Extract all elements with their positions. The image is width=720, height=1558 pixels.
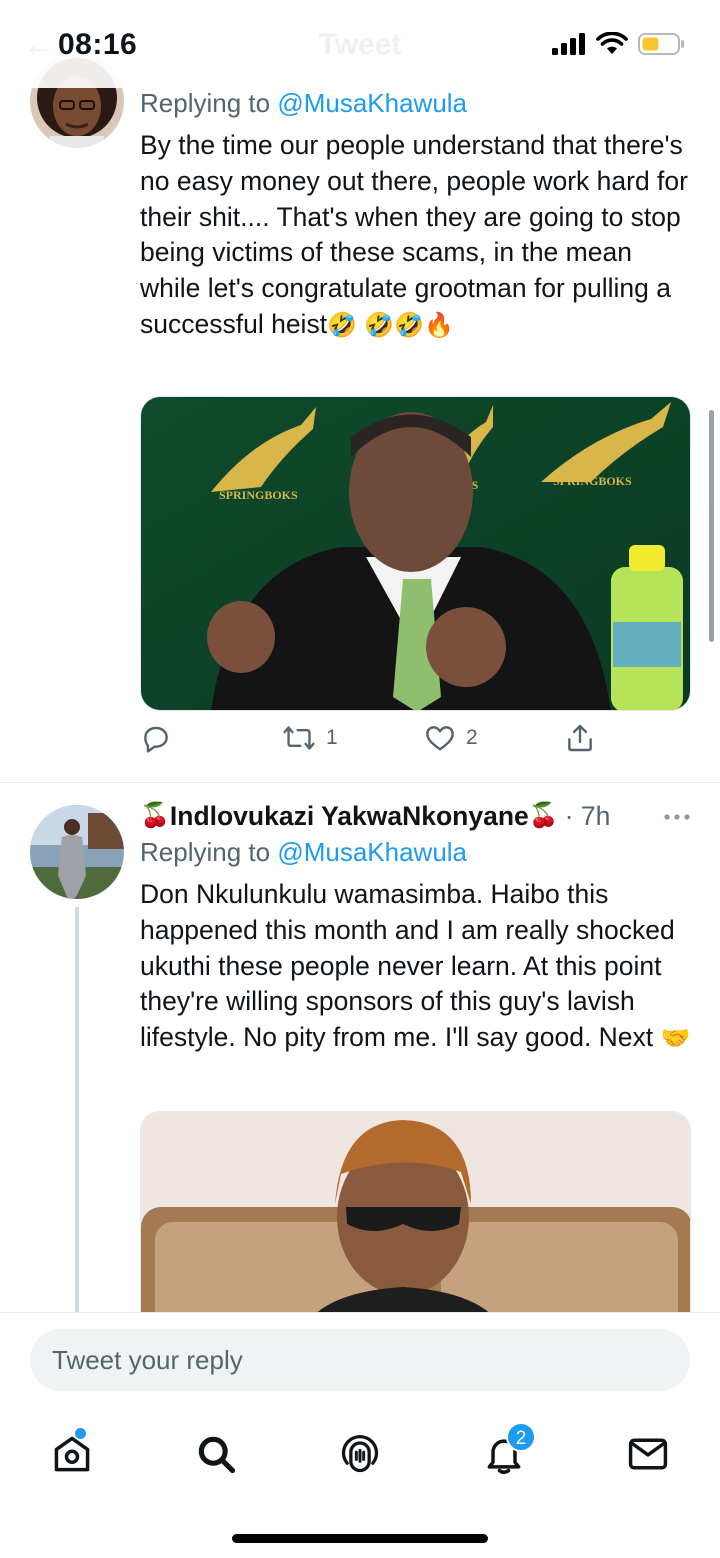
replying-to: Replying to @MusaKhawula [140, 835, 692, 869]
more-options-icon[interactable] [662, 809, 692, 827]
author-name[interactable]: Indlovukazi YakwaNkonyane [170, 799, 529, 833]
signal-icon [552, 33, 585, 55]
like-count: 2 [466, 726, 478, 749]
retweet-icon [283, 726, 315, 750]
nav-notifications[interactable]: 2 [474, 1422, 536, 1484]
reply-composer [0, 1312, 720, 1404]
tweet-image[interactable] [140, 1111, 691, 1331]
wifi-icon [596, 32, 628, 54]
share-icon [568, 724, 592, 752]
tweet-trailing-emojis: 🤣🤣🔥 [364, 311, 454, 339]
tweet-text-emoji: 🤣 [327, 311, 357, 339]
status-icons [552, 32, 686, 56]
tweet-image[interactable]: SPRINGBOKS OKS SPRINGBOKS [140, 396, 691, 711]
tweet-text: By the time our people understand that t… [140, 128, 692, 344]
retweet-count: 1 [326, 726, 338, 749]
like-button[interactable]: 2 [424, 722, 478, 754]
status-bar: ← Tweet 08:16 [0, 0, 720, 88]
tweet-text-body: Don Nkulunkulu wamasimba. Haibo this hap… [140, 879, 675, 1053]
nav-home[interactable] [42, 1424, 102, 1484]
home-unread-dot [75, 1428, 86, 1439]
replying-label: Replying to [140, 837, 271, 867]
nav-search[interactable] [186, 1424, 246, 1484]
nav-messages[interactable] [618, 1424, 678, 1484]
tweet-2[interactable]: 🍒 Indlovukazi YakwaNkonyane 🍒 · 7h Reply… [0, 783, 720, 1331]
cherry-emoji: 🍒 [528, 802, 559, 829]
spaces-icon [341, 1434, 379, 1473]
battery-low-icon [638, 33, 684, 55]
retweet-button[interactable]: 1 [282, 722, 338, 754]
reply-icon [144, 726, 168, 753]
home-indicator [232, 1534, 488, 1543]
nav-spaces[interactable] [330, 1424, 390, 1484]
search-icon [198, 1436, 236, 1474]
bottom-nav: 2 [0, 1404, 720, 1558]
share-button[interactable] [564, 722, 596, 754]
tweet-text: Don Nkulunkulu wamasimba. Haibo this hap… [140, 877, 692, 1057]
replying-handle-link[interactable]: @MusaKhawula [277, 837, 467, 867]
springboks-banner-left: SPRINGBOKS [219, 488, 298, 502]
status-time: 08:16 [58, 28, 138, 61]
tweet-1[interactable]: Replying to @MusaKhawula By the time our… [0, 0, 720, 782]
replying-handle-link[interactable]: @MusaKhawula [277, 88, 467, 118]
notifications-badge: 2 [506, 1422, 536, 1452]
tweet-time[interactable]: · 7h [565, 799, 611, 833]
cherry-emoji: 🍒 [140, 802, 170, 829]
reply-input[interactable] [52, 1329, 662, 1391]
reply-button[interactable] [140, 722, 172, 754]
replying-to: Replying to @MusaKhawula [140, 86, 692, 120]
reply-input-container[interactable] [30, 1329, 690, 1391]
thread-line [75, 907, 79, 1313]
messages-icon [628, 1438, 668, 1470]
tweet-actions: 1 2 [140, 722, 692, 762]
home-icon [54, 1436, 90, 1472]
springboks-banner-right: SPRINGBOKS [553, 474, 632, 488]
avatar[interactable] [30, 805, 124, 899]
tweet-text-body: By the time our people understand that t… [140, 130, 688, 339]
handshake-emoji: 🤝 [660, 1025, 691, 1053]
heart-icon [426, 726, 454, 751]
scrollbar[interactable] [709, 410, 714, 642]
replying-label: Replying to [140, 88, 271, 118]
author-row: 🍒 Indlovukazi YakwaNkonyane 🍒 · 7h [140, 799, 692, 833]
